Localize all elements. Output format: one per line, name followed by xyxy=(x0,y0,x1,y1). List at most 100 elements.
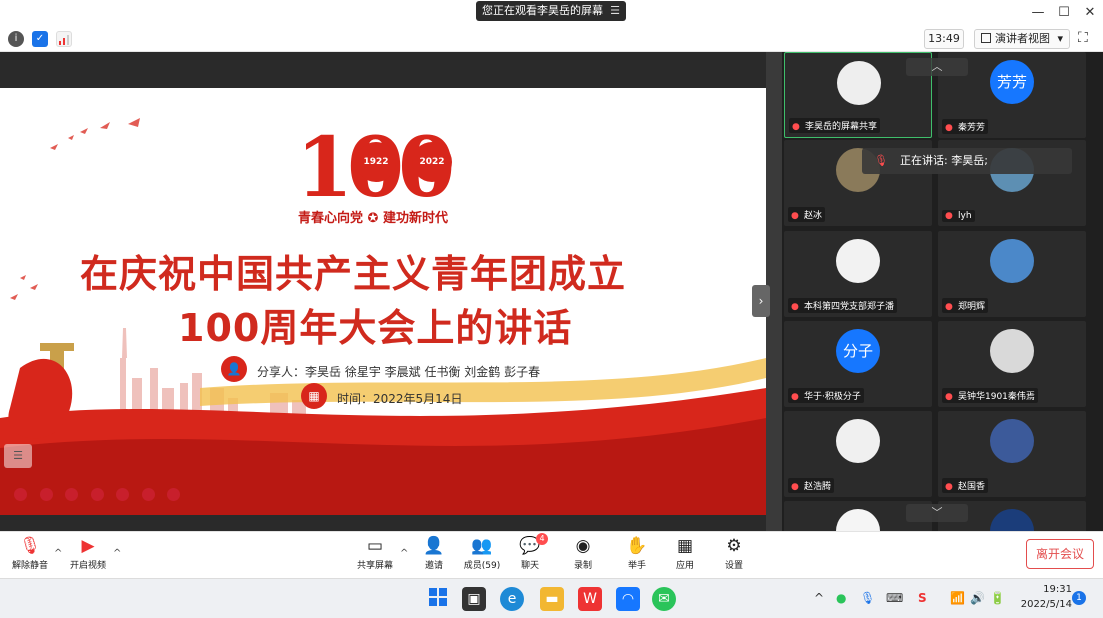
participant-name: 赵冰 xyxy=(804,211,823,221)
participant-name: 秦芳芳 xyxy=(958,123,986,133)
participant-name: 吴钟华1901秦伟焉 xyxy=(958,392,1035,402)
file-explorer-icon[interactable]: ▬ xyxy=(540,587,564,611)
share-status-text: 您正在观看李昊岳的屏幕 xyxy=(482,4,603,17)
collapse-gallery-handle[interactable]: › xyxy=(752,285,770,317)
shield-icon[interactable]: ✓ xyxy=(32,31,48,47)
slide-playback-controls xyxy=(14,488,189,504)
muted-mic-icon: 🎙 xyxy=(19,536,41,556)
participant-avatar xyxy=(990,329,1034,373)
add-user-icon: 👤 xyxy=(423,536,445,556)
grid-icon xyxy=(981,33,991,43)
participant-name-label: ● 李昊岳的屏幕共享 xyxy=(789,118,881,133)
subtitle-icon[interactable] xyxy=(141,488,155,501)
hand-icon: ✋ xyxy=(626,536,648,556)
volume-icon[interactable]: 🔊 xyxy=(970,591,985,605)
participant-name-label: ● 赵冰 xyxy=(788,207,826,222)
muted-mic-icon: ● xyxy=(791,211,799,221)
windows-start-icon[interactable] xyxy=(426,587,450,611)
camera-icon[interactable] xyxy=(116,488,129,501)
apps-button[interactable]: ▦ 应用 xyxy=(657,536,713,571)
participant-avatar xyxy=(990,239,1034,283)
muted-mic-icon: ● xyxy=(945,392,953,402)
tencent-meeting-icon[interactable]: ◠ xyxy=(616,587,640,611)
record-label: 录制 xyxy=(573,561,592,571)
maximize-button[interactable]: ☐ xyxy=(1054,4,1074,22)
slide-title-line2: 100周年大会上的讲话 xyxy=(178,306,573,350)
year-start-badge: 1922 xyxy=(356,142,396,182)
task-view-icon[interactable]: ▣ xyxy=(462,587,486,611)
participant-name-label: ● 吴钟华1901秦伟焉 xyxy=(942,388,1038,403)
participant-name-label: ● 郑明辉 xyxy=(942,298,989,313)
more-icon[interactable] xyxy=(167,488,180,501)
microphone-tray-icon[interactable]: 🎙 xyxy=(860,591,875,605)
participant-name-label: ● 本科第四党支部郑子潘 xyxy=(788,298,898,313)
taskbar-date[interactable]: 2022/5/14 xyxy=(1016,599,1072,610)
notification-count-badge[interactable]: 1 xyxy=(1072,591,1086,605)
wechat-icon[interactable]: ✉ xyxy=(652,587,676,611)
unmute-button[interactable]: 🎙 解除静音 xyxy=(2,536,58,571)
video-options-caret[interactable]: ^ xyxy=(113,548,121,559)
participant-tile[interactable]: ● 赵浩腾 xyxy=(784,411,932,497)
taskbar-time[interactable]: 19:31 xyxy=(1040,584,1072,595)
share-screen-button[interactable]: ▭ 共享屏幕 xyxy=(347,536,403,571)
muted-mic-icon: ● xyxy=(945,123,953,133)
signal-icon[interactable] xyxy=(56,31,72,47)
participant-name: 本科第四党支部郑子潘 xyxy=(804,302,895,312)
wps-office-icon[interactable]: W xyxy=(578,587,602,611)
gear-icon: ⚙ xyxy=(726,536,742,556)
participant-tile[interactable]: ● 本科第四党支部郑子潘 xyxy=(784,231,932,317)
participant-name: lyh xyxy=(958,211,972,221)
apps-grid-icon: ▦ xyxy=(676,536,694,556)
fullscreen-icon[interactable]: ⛶ xyxy=(1078,30,1094,46)
wps-tray-icon[interactable]: S xyxy=(918,591,927,605)
start-video-button[interactable]: ▶ 开启视频 xyxy=(60,536,116,571)
minimize-button[interactable]: — xyxy=(1028,4,1048,22)
wechat-tray-icon[interactable]: ● xyxy=(836,591,846,605)
chat-label: 聊天 xyxy=(520,561,539,571)
record-icon: ◉ xyxy=(575,536,591,556)
gallery-scroll-down-button[interactable]: ﹀ xyxy=(906,504,968,522)
record-button[interactable]: ◉ 录制 xyxy=(555,536,611,571)
close-button[interactable]: ✕ xyxy=(1080,4,1100,22)
edge-browser-icon[interactable]: e xyxy=(500,587,524,611)
muted-mic-icon: ● xyxy=(945,482,953,492)
settings-button[interactable]: ⚙ 设置 xyxy=(706,536,762,571)
participant-name-label: ● 华于·积极分子 xyxy=(788,388,864,403)
laser-pointer-icon[interactable] xyxy=(90,488,104,501)
participant-avatar: 芳芳 xyxy=(990,60,1034,104)
slide-title-line1: 在庆祝中国共产主义青年团成立 xyxy=(80,252,627,296)
view-mode-dropdown[interactable]: 演讲者视图 ▾ xyxy=(974,29,1070,49)
tray-overflow-caret[interactable]: ^ xyxy=(814,591,824,605)
apps-label: 应用 xyxy=(675,561,694,571)
participant-name-label: ● 赵国香 xyxy=(942,478,989,493)
speaker-mic-icon: 🎙 xyxy=(874,154,888,167)
participant-tile[interactable]: 分子 ● 华于·积极分子 xyxy=(784,321,932,407)
prev-slide-icon[interactable] xyxy=(14,488,27,501)
share-status-banner[interactable]: 您正在观看李昊岳的屏幕 ☰ xyxy=(476,1,626,21)
participant-avatar xyxy=(836,419,880,463)
slide-date-text: 时间：2022年5月14日 xyxy=(337,392,463,406)
speaking-indicator: 🎙 正在讲话: 李昊岳; xyxy=(862,148,1072,174)
gallery-scroll-up-button[interactable]: ︿ xyxy=(906,58,968,76)
chat-button[interactable]: 💬 4 聊天 xyxy=(502,533,558,571)
participant-tile[interactable]: ● 吴钟华1901秦伟焉 xyxy=(938,321,1086,407)
participant-name-label: ● lyh xyxy=(942,210,975,222)
banner-menu-icon[interactable]: ☰ xyxy=(610,1,620,21)
wifi-icon[interactable]: 📶 xyxy=(950,591,965,605)
leave-meeting-button[interactable]: 离开会议 xyxy=(1026,539,1094,569)
play-icon[interactable] xyxy=(39,488,53,501)
invite-label: 邀请 xyxy=(424,561,443,571)
info-icon[interactable]: i xyxy=(8,31,24,47)
participant-tile[interactable]: ● 赵国香 xyxy=(938,411,1086,497)
participant-tile[interactable]: ● 郑明辉 xyxy=(938,231,1086,317)
participant-avatar xyxy=(836,239,880,283)
share-screen-icon: ▭ xyxy=(366,536,384,556)
participant-name: 赵浩腾 xyxy=(804,482,832,492)
pen-icon[interactable] xyxy=(65,488,78,501)
slide-menu-icon[interactable]: ☰ xyxy=(4,444,32,468)
muted-mic-icon: ● xyxy=(791,482,799,492)
ime-tray-icon[interactable]: ⌨ xyxy=(886,591,903,605)
participant-avatar xyxy=(837,61,881,105)
chat-unread-badge: 4 xyxy=(536,533,548,545)
battery-icon[interactable]: 🔋 xyxy=(990,591,1005,605)
